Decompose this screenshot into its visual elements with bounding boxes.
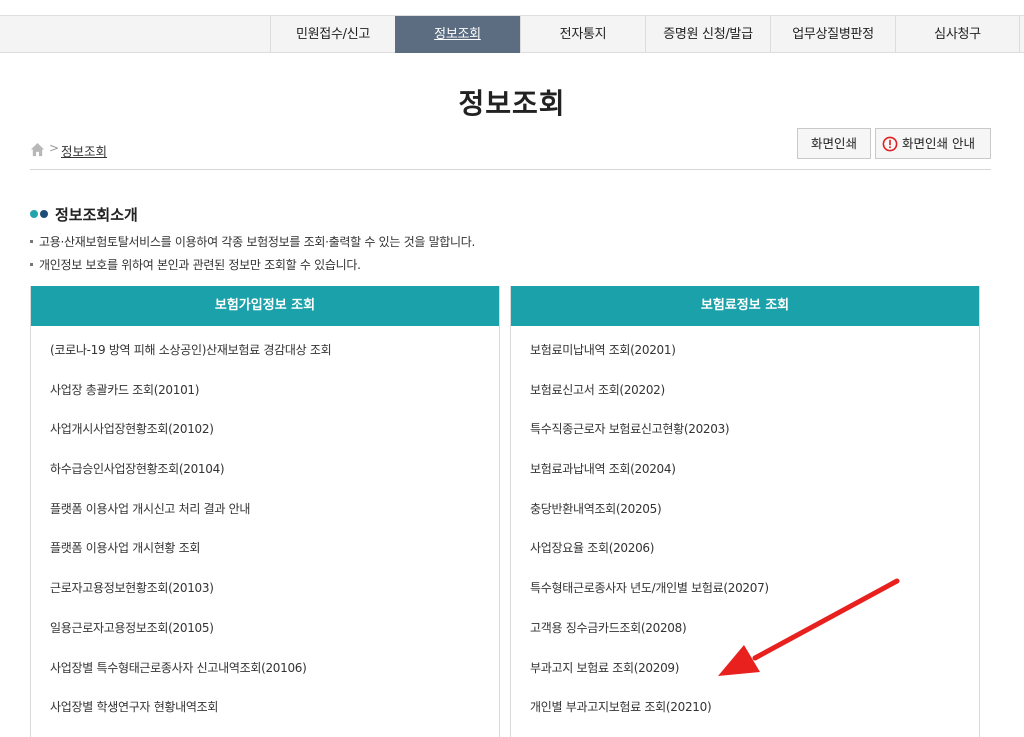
list-item-link[interactable]: 일용근로자고용정보조회(20105) [50,618,499,658]
list-item-link[interactable]: 개인별 부과고지보험료 조회(20210) [530,697,979,737]
list-item-link[interactable]: 근로자고용정보현황조회(20103) [50,578,499,618]
list-item-link[interactable]: 충당반환내역조회(20205) [530,499,979,539]
bullet-icon [30,263,33,266]
list-item-link[interactable]: 플랫폼 이용사업 개시현황 조회 [50,538,499,578]
list-item-link[interactable]: 보험료신고서 조회(20202) [530,380,979,420]
list-item-link[interactable]: 사업장 총괄카드 조회(20101) [50,380,499,420]
list-item-link[interactable]: 플랫폼 이용사업 개시신고 처리 결과 안내 [50,499,499,539]
nav-item-occupational-disease[interactable]: 업무상질병판정 [770,16,895,53]
breadcrumb-separator: > [49,141,60,155]
section-heading-text: 정보조회소개 [55,206,138,224]
list-item-link[interactable]: 보험료미납내역 조회(20201) [530,340,979,380]
print-button[interactable]: 화면인쇄 [797,128,871,159]
nav-item-civil-complaint[interactable]: 민원접수/신고 [270,16,395,53]
list-item-link[interactable]: 사업개시사업장현황조회(20102) [50,419,499,459]
link-list: (코로나-19 방역 피해 소상공인)산재보험료 경감대상 조회 사업장 총괄카… [31,326,499,737]
insurance-enrollment-panel: 보험가입정보 조회 (코로나-19 방역 피해 소상공인)산재보험료 경감대상 … [30,286,500,737]
list-item-link[interactable]: 하수급승인사업장현황조회(20104) [50,459,499,499]
intro-line: 개인정보 보호를 위하여 본인과 관련된 정보만 조회할 수 있습니다. [30,256,361,273]
list-item-link[interactable]: 특수형태근로종사자 년도/개인별 보험료(20207) [530,578,979,618]
list-item-link[interactable]: 보험료과납내역 조회(20204) [530,459,979,499]
insurance-premium-panel: 보험료정보 조회 보험료미납내역 조회(20201) 보험료신고서 조회(202… [510,286,980,737]
nav-item-e-notice[interactable]: 전자통지 [520,16,645,53]
list-item-link[interactable]: 부과고지 보험료 조회(20209) [530,658,979,698]
alert-icon [882,136,898,152]
panel-title: 보험료정보 조회 [511,286,979,326]
link-list: 보험료미납내역 조회(20201) 보험료신고서 조회(20202) 특수직종근… [511,326,979,737]
intro-text: 개인정보 보호를 위하여 본인과 관련된 정보만 조회할 수 있습니다. [39,258,361,272]
list-item-link[interactable]: (코로나-19 방역 피해 소상공인)산재보험료 경감대상 조회 [50,340,499,380]
home-icon[interactable] [30,142,45,157]
print-guide-label: 화면인쇄 안내 [902,136,975,151]
breadcrumb-current[interactable]: 정보조회 [61,141,107,160]
top-navigation: 민원접수/신고 정보조회 전자통지 증명원 신청/발급 업무상질병판정 심사청구 [0,15,1024,53]
bullet-dots-icon [30,209,50,219]
section-heading: 정보조회소개 [30,204,138,225]
intro-line: 고용·산재보험토탈서비스를 이용하여 각종 보험정보를 조회·출력할 수 있는 … [30,233,475,250]
list-item-link[interactable]: 특수직종근로자 보험료신고현황(20203) [530,419,979,459]
list-item-link[interactable]: 고객용 징수금카드조회(20208) [530,618,979,658]
nav-item-review-request[interactable]: 심사청구 [895,16,1020,53]
list-item-link[interactable]: 사업장별 학생연구자 현황내역조회 [50,697,499,737]
header-divider [30,169,991,170]
panel-title: 보험가입정보 조회 [31,286,499,326]
nav-item-certificate[interactable]: 증명원 신청/발급 [645,16,770,53]
bullet-icon [30,240,33,243]
list-item-link[interactable]: 사업장요율 조회(20206) [530,538,979,578]
nav-item-info-inquiry[interactable]: 정보조회 [395,16,520,53]
list-item-link[interactable]: 사업장별 특수형태근로종사자 신고내역조회(20106) [50,658,499,698]
print-guide-button[interactable]: 화면인쇄 안내 [875,128,991,159]
intro-text: 고용·산재보험토탈서비스를 이용하여 각종 보험정보를 조회·출력할 수 있는 … [39,235,476,249]
page-title: 정보조회 [458,87,566,120]
